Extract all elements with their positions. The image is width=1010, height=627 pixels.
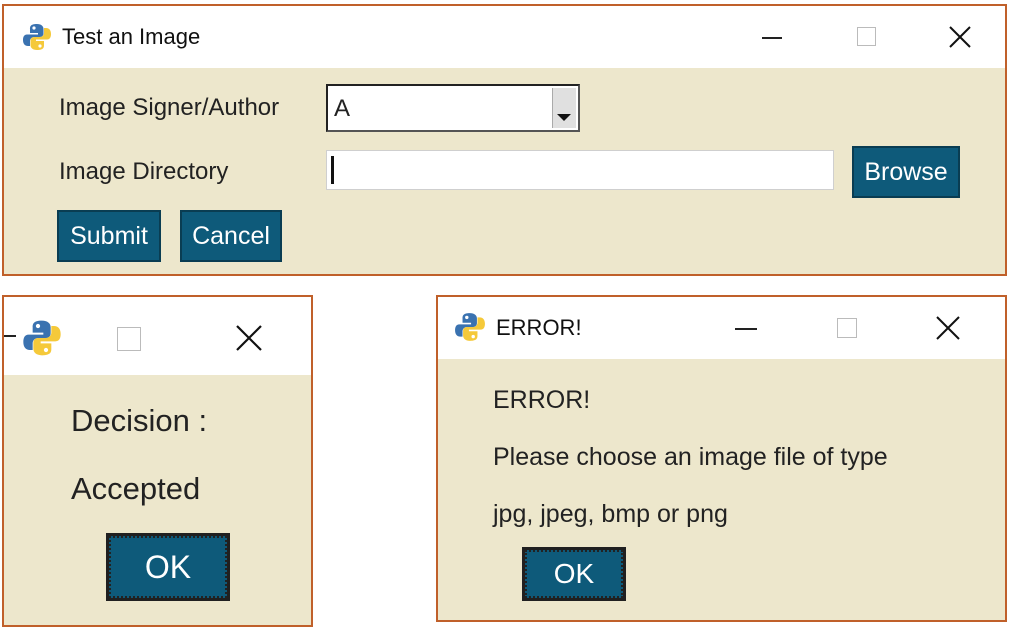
test-image-window: Test an Image Image Signer/Author A Imag…	[2, 4, 1007, 276]
directory-input[interactable]	[326, 150, 834, 190]
python-icon	[22, 22, 52, 57]
decision-value: Accepted	[71, 471, 201, 506]
signer-label: Image Signer/Author	[59, 94, 280, 121]
python-icon	[22, 318, 62, 363]
title-bar[interactable]: Test an Image	[4, 6, 1005, 68]
signer-select[interactable]: A	[326, 84, 580, 132]
minimize-icon[interactable]	[735, 328, 757, 330]
maximize-icon[interactable]	[117, 327, 141, 351]
error-ok-button[interactable]: OK	[522, 547, 626, 601]
maximize-icon[interactable]	[837, 318, 857, 338]
dropdown-arrow-icon[interactable]	[552, 88, 576, 128]
title-bar[interactable]: ERROR!	[438, 297, 1005, 359]
minimize-icon[interactable]	[4, 335, 16, 337]
window-title: Test an Image	[62, 24, 201, 49]
decision-ok-button[interactable]: OK	[106, 533, 230, 601]
window-title: ERROR!	[496, 315, 582, 340]
error-heading: ERROR!	[493, 386, 591, 414]
python-icon	[454, 311, 486, 348]
maximize-icon[interactable]	[857, 27, 876, 46]
title-bar[interactable]	[4, 297, 311, 375]
error-message-line1: Please choose an image file of type	[493, 443, 888, 471]
minimize-icon[interactable]	[762, 37, 782, 39]
signer-value: A	[334, 95, 351, 122]
submit-button[interactable]: Submit	[57, 210, 161, 262]
close-icon[interactable]	[234, 323, 264, 358]
close-icon[interactable]	[948, 25, 972, 54]
browse-button[interactable]: Browse	[852, 146, 960, 198]
error-window: ERROR! ERROR! Please choose an image fil…	[436, 295, 1007, 622]
decision-label: Decision :	[71, 403, 208, 438]
text-cursor	[331, 156, 334, 184]
directory-label: Image Directory	[59, 158, 229, 185]
cancel-button[interactable]: Cancel	[180, 210, 282, 262]
close-icon[interactable]	[935, 315, 961, 346]
error-message-line2: jpg, jpeg, bmp or png	[493, 500, 728, 528]
decision-window: Decision : Accepted OK	[2, 295, 313, 627]
